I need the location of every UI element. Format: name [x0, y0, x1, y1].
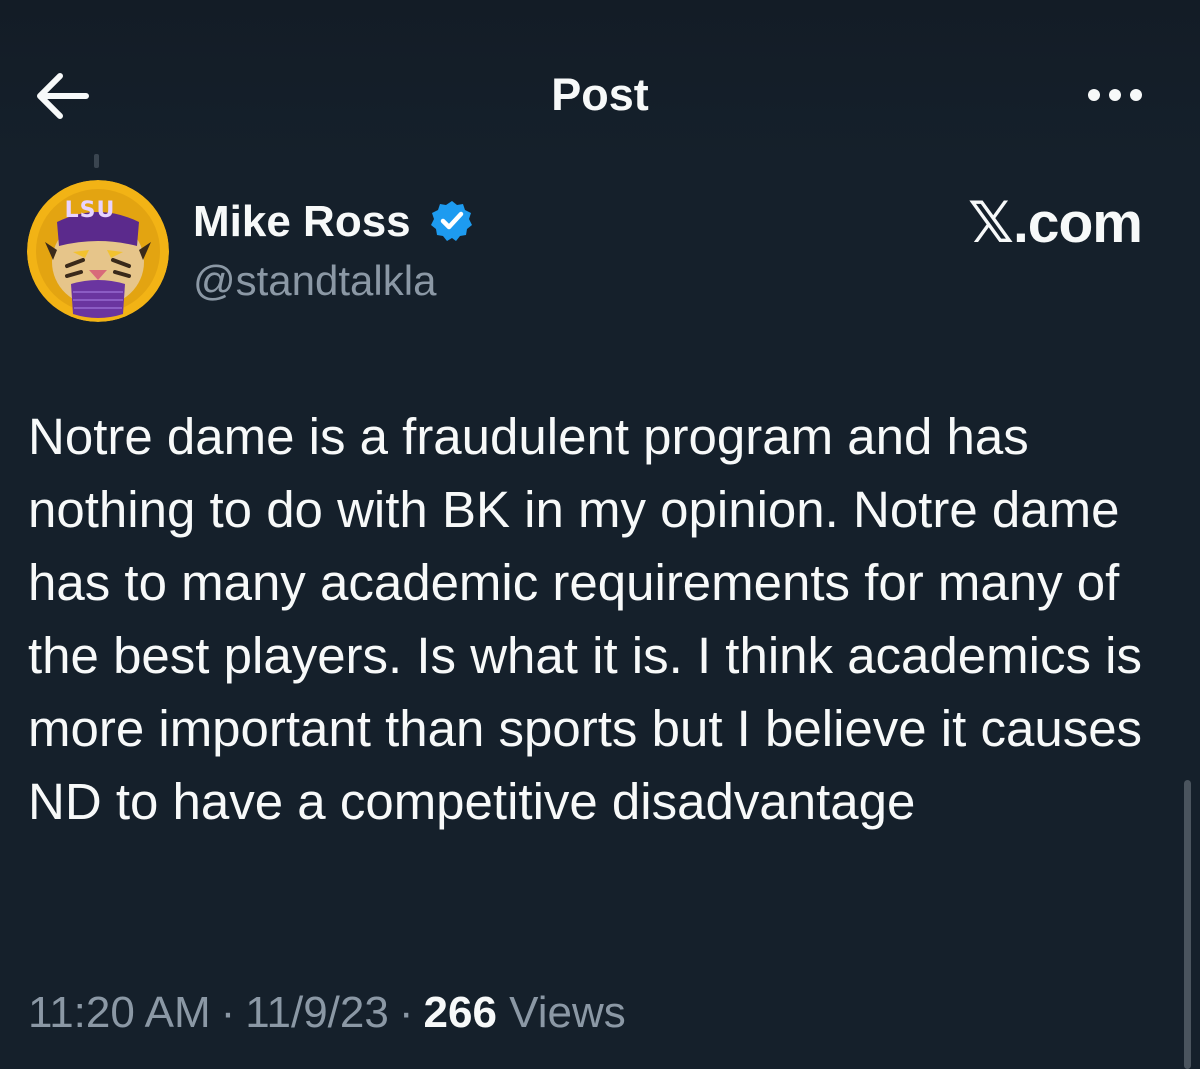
avatar-text: LSU	[64, 198, 116, 223]
x-com-watermark: 𝕏.com	[968, 191, 1143, 255]
page-title: Post	[551, 69, 649, 120]
verified-badge	[430, 199, 474, 243]
more-horizontal-icon	[1088, 89, 1142, 101]
views-count[interactable]: 266	[424, 988, 497, 1037]
thread-connector-line	[94, 154, 99, 168]
verified-badge-icon	[431, 201, 472, 241]
post-text: Notre dame is a fraudulent program and h…	[28, 408, 1143, 830]
post-metadata: 11:20 AM · 11/9/23 · 266 Views	[28, 986, 626, 1040]
post-time[interactable]: 11:20 AM	[28, 988, 211, 1037]
views-label[interactable]: Views	[509, 988, 626, 1037]
author-handle[interactable]: @standtalkla	[193, 256, 436, 306]
post-date[interactable]: 11/9/23	[245, 988, 389, 1037]
author-display-name[interactable]: Mike Ross	[193, 196, 411, 248]
more-options-button[interactable]	[1080, 72, 1150, 118]
avatar-lettering: LSU	[60, 196, 120, 226]
scrollbar[interactable]	[1184, 780, 1191, 1069]
separator-dot: ·	[220, 988, 236, 1037]
separator-dot: ·	[398, 988, 414, 1037]
